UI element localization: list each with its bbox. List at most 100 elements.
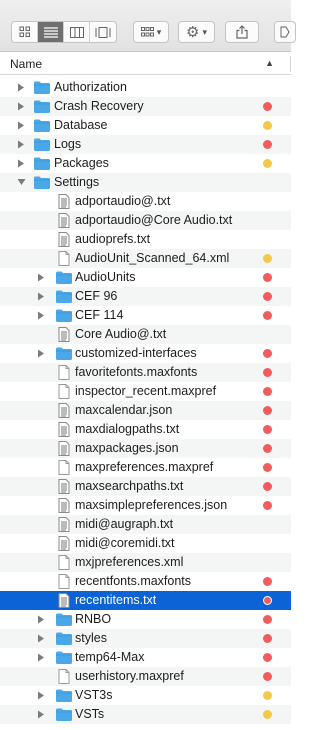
red-tag-dot [263,482,272,491]
disclosure-triangle-icon[interactable] [16,82,26,92]
disclosure-triangle-icon[interactable] [36,614,46,624]
text-file-icon [55,403,73,418]
folder-row[interactable]: Logs [0,135,291,154]
folder-icon [55,289,73,304]
share-button[interactable] [225,21,259,43]
file-row[interactable]: maxsearchpaths.txt [0,477,291,496]
list-view-button[interactable] [38,22,64,42]
file-row[interactable]: maxsimplepreferences.json [0,496,291,515]
item-name: midi@augraph.txt [75,517,174,531]
disclosure-triangle-expanded-icon[interactable] [16,177,26,187]
file-row[interactable]: midi@augraph.txt [0,515,291,534]
red-tag-dot [263,577,272,586]
folder-icon [33,175,51,190]
folder-row[interactable]: CEF 96 [0,287,291,306]
folder-row[interactable]: Authorization [0,78,291,97]
tag-icon [280,26,290,38]
file-row[interactable]: maxpackages.json [0,439,291,458]
folder-icon [33,118,51,133]
disclosure-triangle-icon[interactable] [36,690,46,700]
gallery-view-button[interactable] [90,22,116,42]
tags-button[interactable] [274,21,296,43]
file-row[interactable]: maxdialogpaths.txt [0,420,291,439]
file-row[interactable]: recentfonts.maxfonts [0,572,291,591]
file-row[interactable]: recentitems.txt [0,591,291,610]
folder-row[interactable]: VSTs [0,705,291,724]
disclosure-triangle-icon[interactable] [36,348,46,358]
folder-row[interactable]: styles [0,629,291,648]
item-name: Packages [54,156,109,170]
text-file-icon [55,327,73,342]
red-tag-dot [263,140,272,149]
red-tag-dot [263,444,272,453]
folder-icon [55,650,73,665]
disclosure-triangle-icon[interactable] [36,633,46,643]
name-column-header[interactable]: Name [10,57,42,71]
folder-row[interactable]: AudioUnits [0,268,291,287]
file-row[interactable]: AudioUnit_Scanned_64.xml [0,249,291,268]
item-name: AudioUnits [75,270,136,284]
item-name: recentfonts.maxfonts [75,574,192,588]
group-button[interactable]: ▾ [133,21,169,43]
file-row[interactable]: audioprefs.txt [0,230,291,249]
item-name: adportaudio@.txt [75,194,171,208]
disclosure-triangle-icon[interactable] [16,158,26,168]
red-tag-dot [263,672,272,681]
folder-row[interactable]: customized-interfaces [0,344,291,363]
action-button[interactable]: ⚙ ▾ [178,21,215,43]
text-file-icon [55,593,73,608]
folder-row[interactable]: Crash Recovery [0,97,291,116]
folder-row[interactable]: CEF 114 [0,306,291,325]
folder-row[interactable]: Packages [0,154,291,173]
disclosure-triangle-icon[interactable] [36,709,46,719]
text-file-icon [55,422,73,437]
file-row[interactable]: adportaudio@.txt [0,192,291,211]
red-tag-dot [263,425,272,434]
file-row[interactable]: userhistory.maxpref [0,667,291,686]
red-tag-dot [263,596,272,605]
folder-row[interactable]: temp64-Max [0,648,291,667]
text-file-icon [55,441,73,456]
disclosure-triangle-icon[interactable] [36,272,46,282]
folder-icon [55,270,73,285]
disclosure-triangle-icon[interactable] [36,310,46,320]
red-tag-dot [263,387,272,396]
item-name: styles [75,631,107,645]
file-row[interactable]: midi@coremidi.txt [0,534,291,553]
disclosure-triangle-icon[interactable] [36,291,46,301]
item-name: Settings [54,175,100,189]
column-divider[interactable] [290,56,291,72]
text-file-icon [55,232,73,247]
disclosure-triangle-icon[interactable] [16,139,26,149]
item-name: Crash Recovery [54,99,144,113]
file-row[interactable]: inspector_recent.maxpref [0,382,291,401]
item-name: Authorization [54,80,127,94]
file-row[interactable]: favoritefonts.maxfonts [0,363,291,382]
folder-row[interactable]: Settings [0,173,291,192]
item-name: VSTs [75,707,105,721]
sort-ascending-icon: ▲ [265,58,274,68]
folder-row[interactable]: VST3s [0,686,291,705]
item-name: audioprefs.txt [75,232,151,246]
item-name: Logs [54,137,82,151]
file-row[interactable]: adportaudio@Core Audio.txt [0,211,291,230]
disclosure-triangle-icon[interactable] [16,101,26,111]
red-tag-dot [263,634,272,643]
disclosure-triangle-icon[interactable] [36,652,46,662]
document-icon [55,251,73,266]
share-icon [236,25,248,39]
file-row[interactable]: Core Audio@.txt [0,325,291,344]
file-row[interactable]: mxjpreferences.xml [0,553,291,572]
folder-icon [33,156,51,171]
disclosure-triangle-icon[interactable] [16,120,26,130]
document-icon [55,384,73,399]
file-row[interactable]: maxcalendar.json [0,401,291,420]
item-name: midi@coremidi.txt [75,536,175,550]
column-view-button[interactable] [64,22,90,42]
red-tag-dot [263,102,272,111]
folder-row[interactable]: RNBO [0,610,291,629]
file-row[interactable]: maxpreferences.maxpref [0,458,291,477]
folder-row[interactable]: Database [0,116,291,135]
icon-view-button[interactable] [12,22,38,42]
text-file-icon [55,536,73,551]
